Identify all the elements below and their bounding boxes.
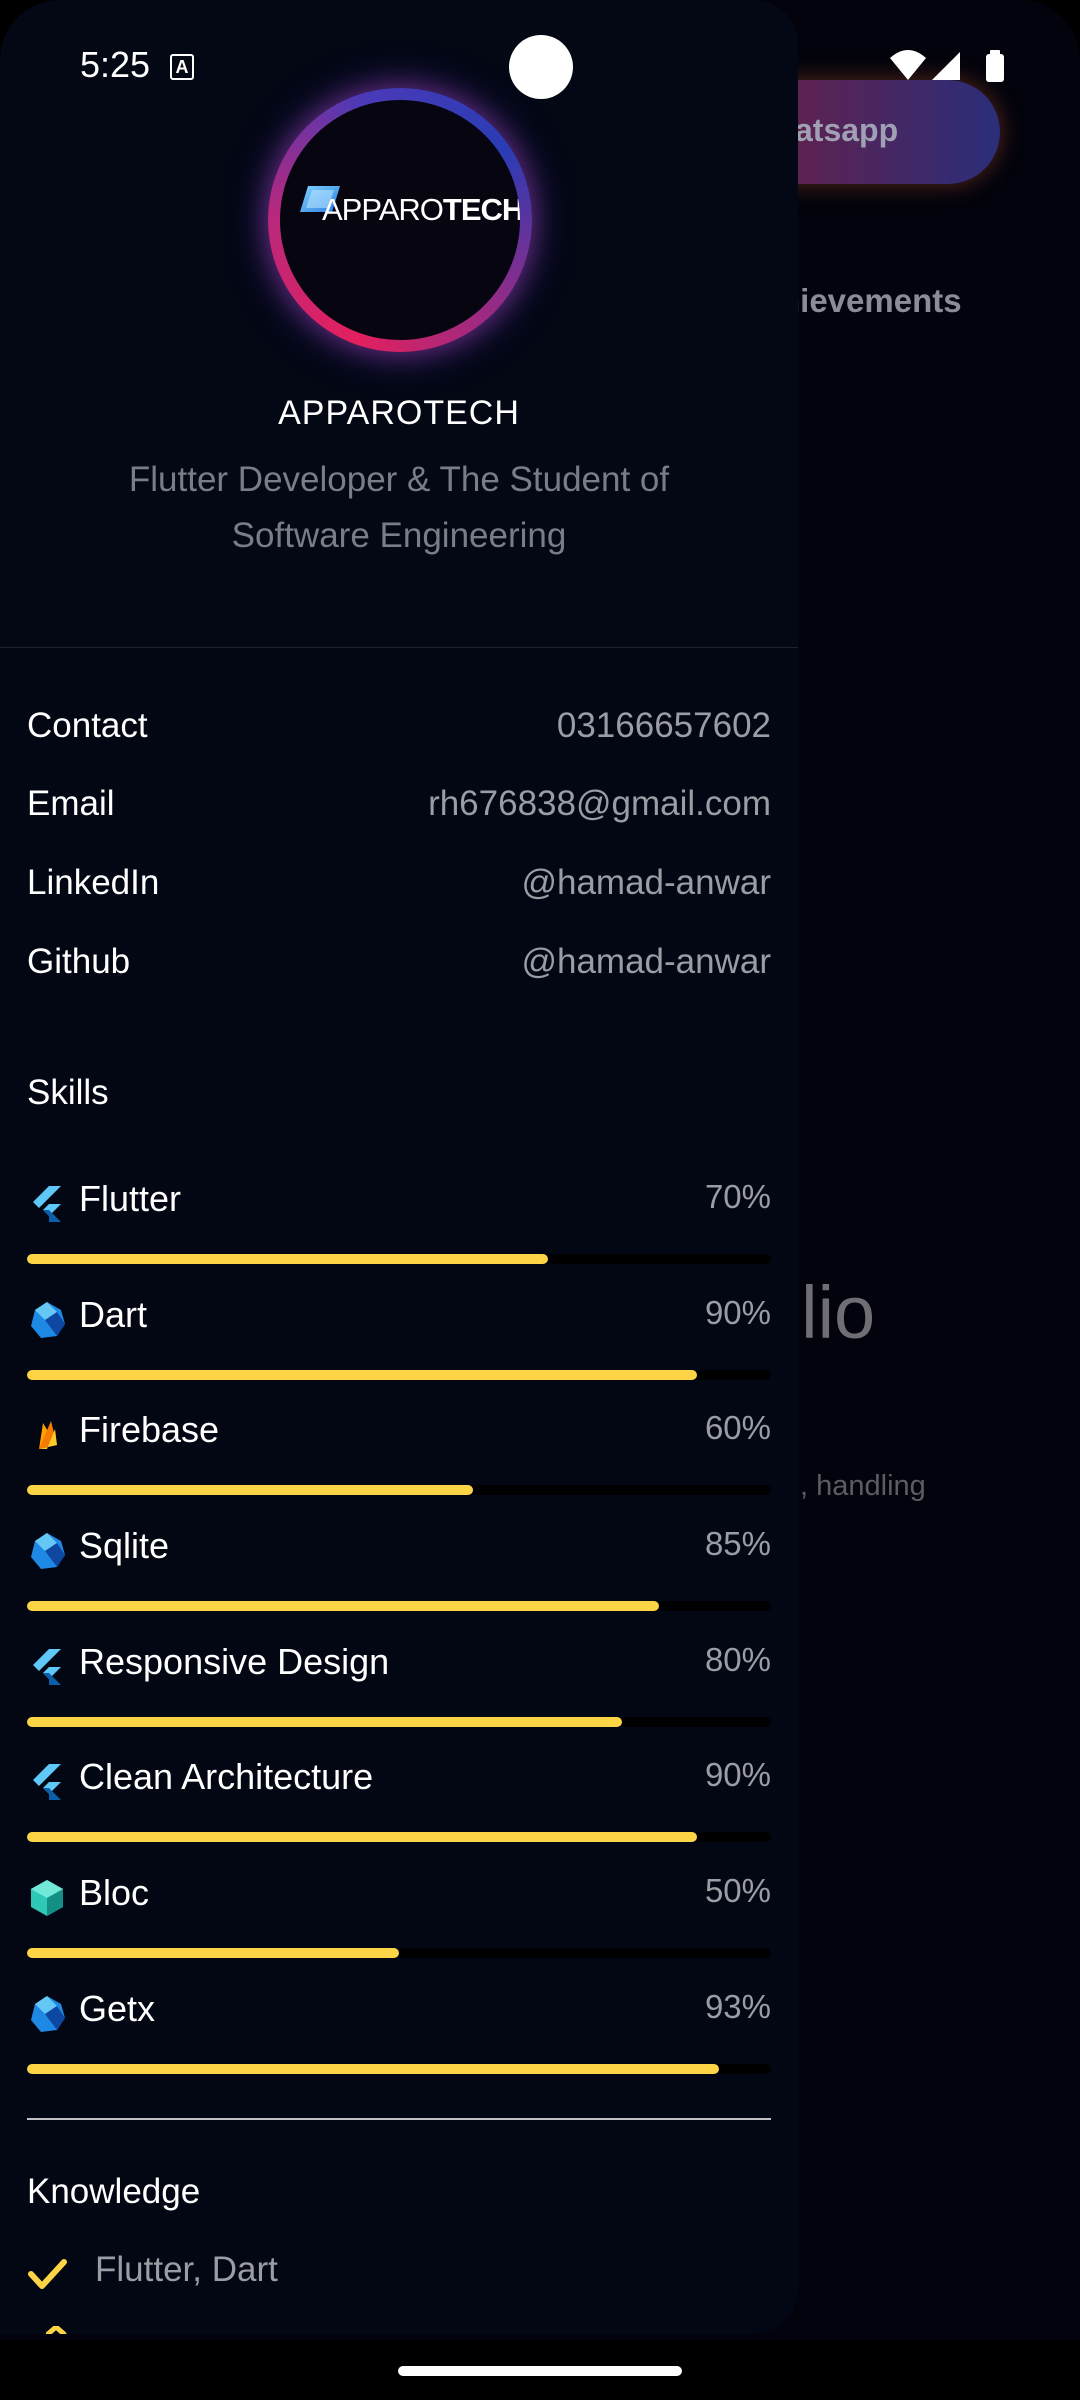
- skill-progress-track: [27, 1948, 771, 1958]
- skill-clean-architecture: Clean Architecture 90%: [27, 1756, 771, 1866]
- skill-name: Clean Architecture: [79, 1756, 374, 1797]
- skill-name: Getx: [79, 1988, 156, 2029]
- skill-sqlite: Sqlite 85%: [27, 1525, 771, 1635]
- skill-name: Firebase: [79, 1409, 220, 1450]
- skill-progress-fill: [27, 1254, 548, 1264]
- skill-dart: Dart 90%: [27, 1294, 771, 1404]
- home-indicator[interactable]: [398, 2366, 682, 2376]
- email-label: Email: [27, 784, 115, 823]
- skill-percent: 90%: [704, 1294, 771, 1331]
- skill-bloc: Bloc 50%: [27, 1872, 771, 1982]
- contact-value: 03166657602: [556, 706, 771, 745]
- skill-progress-track: [27, 1254, 771, 1264]
- bloc-icon: [31, 1880, 63, 1916]
- check-icon: [46, 2326, 67, 2334]
- flutter-icon: [33, 1764, 61, 1800]
- navigation-drawer: 5:25 A APPAROTECH APPAROTECH Flutter Dev…: [0, 0, 798, 2334]
- skill-name: Sqlite: [79, 1525, 170, 1566]
- skill-name: Flutter: [79, 1178, 182, 1219]
- linkedin-label: LinkedIn: [27, 863, 160, 902]
- skill-progress-fill: [27, 1717, 623, 1727]
- background-whatsapp-label: atsapp: [795, 112, 899, 148]
- linkedin-value: @hamad-anwar: [521, 863, 771, 902]
- skill-name: Dart: [79, 1294, 148, 1335]
- background-achievements-tab[interactable]: nievements: [780, 282, 962, 320]
- skill-percent: 60%: [704, 1409, 771, 1446]
- dart-icon: [31, 1996, 65, 2032]
- skill-progress-track: [27, 1485, 771, 1495]
- email-row[interactable]: Email rh676838@gmail.com: [27, 784, 771, 834]
- contact-label: Contact: [27, 706, 148, 745]
- skill-getx: Getx 93%: [27, 1988, 771, 2098]
- skill-percent: 85%: [704, 1525, 771, 1562]
- flutter-icon: [33, 1186, 61, 1222]
- notification-icon: A: [170, 54, 194, 80]
- github-label: Github: [27, 942, 131, 981]
- skill-flutter: Flutter 70%: [27, 1178, 771, 1288]
- battery-icon: [986, 54, 1004, 82]
- skill-responsive-design: Responsive Design 80%: [27, 1641, 771, 1751]
- knowledge-title: Knowledge: [27, 2172, 201, 2211]
- linkedin-row[interactable]: LinkedIn @hamad-anwar: [27, 863, 771, 913]
- profile-bio: Flutter Developer & The Student of Softw…: [128, 460, 670, 555]
- skill-progress-track: [27, 1370, 771, 1380]
- avatar[interactable]: APPAROTECH: [280, 100, 520, 340]
- skill-firebase: Firebase 60%: [27, 1409, 771, 1519]
- skill-percent: 80%: [704, 1641, 771, 1678]
- skill-percent: 93%: [704, 1988, 771, 2025]
- skill-progress-fill: [27, 1485, 474, 1495]
- profile-name: APPAROTECH: [278, 394, 520, 432]
- skill-percent: 50%: [704, 1872, 771, 1909]
- contact-row[interactable]: Contact 03166657602: [27, 706, 771, 756]
- dart-icon: [31, 1533, 65, 1569]
- section-divider: [27, 2118, 771, 2120]
- github-value: @hamad-anwar: [521, 942, 771, 981]
- status-time: 5:25: [80, 44, 151, 85]
- check-icon: [28, 2259, 67, 2289]
- skill-progress-track: [27, 1717, 771, 1727]
- knowledge-text: Flutter, Dart: [95, 2250, 278, 2289]
- wifi-icon: [890, 50, 926, 80]
- status-icons: [890, 50, 1004, 82]
- skill-progress-fill: [27, 1832, 697, 1842]
- skill-progress-fill: [27, 2064, 719, 2074]
- front-camera: [509, 35, 573, 99]
- skill-name: Bloc: [79, 1872, 150, 1913]
- signal-icon: [932, 52, 960, 80]
- skills-title: Skills: [27, 1073, 109, 1112]
- phone-screen: atsapp nievements olio , handling 5:25 A: [0, 0, 1080, 2400]
- skill-progress-fill: [27, 1948, 399, 1958]
- skill-progress-track: [27, 1601, 771, 1611]
- skill-progress-fill: [27, 1601, 660, 1611]
- dart-icon: [31, 1302, 65, 1338]
- skill-progress-track: [27, 2064, 771, 2074]
- background-description: , handling: [800, 1470, 926, 1502]
- skill-percent: 70%: [704, 1178, 771, 1215]
- flutter-icon: [33, 1649, 61, 1685]
- email-value: rh676838@gmail.com: [428, 784, 771, 823]
- skill-progress-fill: [27, 1370, 697, 1380]
- skill-percent: 90%: [704, 1756, 771, 1793]
- skill-progress-track: [27, 1832, 771, 1842]
- skill-name: Responsive Design: [79, 1641, 390, 1682]
- github-row[interactable]: Github @hamad-anwar: [27, 942, 771, 992]
- apparotech-logo-text: APPAROTECH: [322, 192, 520, 227]
- firebase-icon: [39, 1421, 57, 1449]
